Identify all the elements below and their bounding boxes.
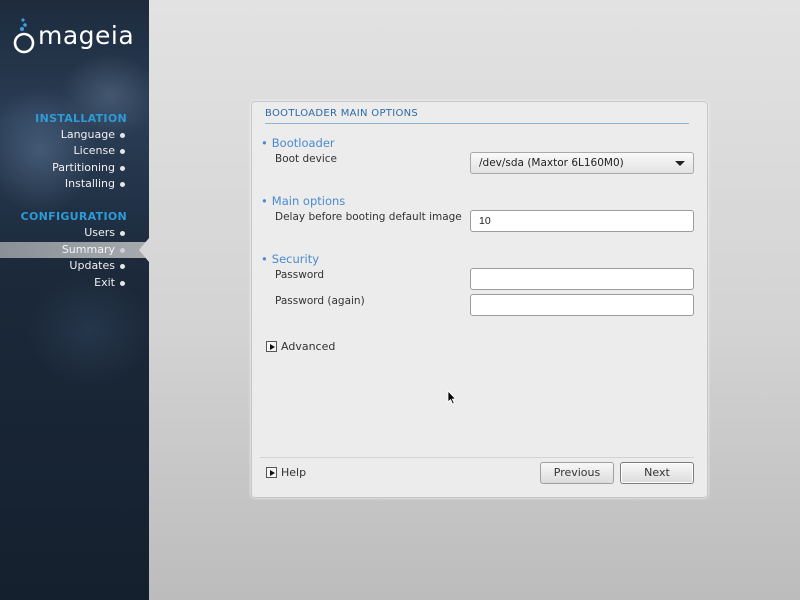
- nav-item-label: Installing: [64, 177, 115, 190]
- delay-label: Delay before booting default image: [275, 211, 462, 223]
- bullet-icon: •: [261, 252, 268, 266]
- nav-item-license: License: [0, 143, 149, 159]
- bootloader-options-panel: BOOTLOADER MAIN OPTIONS • Bootloader Boot…: [251, 101, 708, 498]
- next-button[interactable]: Next: [620, 462, 694, 484]
- nav-item-label: Partitioning: [52, 161, 115, 174]
- password-input[interactable]: [470, 268, 694, 290]
- bullet-icon: [120, 248, 125, 253]
- boot-device-value: /dev/sda (Maxtor 6L160M0): [479, 157, 624, 169]
- dropdown-arrow-icon: [675, 161, 685, 166]
- section-heading-text: Security: [271, 252, 320, 266]
- password-again-input[interactable]: [470, 294, 694, 316]
- bullet-icon: [120, 264, 125, 269]
- help-expander[interactable]: Help: [266, 466, 306, 479]
- expand-triangle-icon: [266, 341, 277, 352]
- expand-triangle-icon: [266, 467, 277, 478]
- nav-item-users: Users: [0, 225, 149, 241]
- nav-item-installing: Installing: [0, 176, 149, 192]
- bullet-icon: [120, 281, 125, 286]
- bullet-icon: [120, 166, 125, 171]
- previous-button[interactable]: Previous: [540, 462, 614, 484]
- section-heading-bootloader: • Bootloader: [261, 136, 335, 150]
- nav-item-label: Language: [60, 128, 115, 141]
- bullet-icon: [120, 133, 125, 138]
- nav-section-installation: INSTALLATION: [35, 112, 127, 125]
- nav-item-label: Users: [84, 226, 115, 239]
- nav-item-language: Language: [0, 127, 149, 143]
- mageia-logo-icon: [13, 18, 35, 54]
- section-heading-text: Main options: [271, 194, 346, 208]
- nav-item-summary: Summary: [0, 238, 149, 262]
- nav-item-exit: Exit: [0, 275, 149, 291]
- password-again-label: Password (again): [275, 295, 365, 307]
- nav-section-configuration: CONFIGURATION: [20, 210, 127, 223]
- bullet-icon: [120, 231, 125, 236]
- delay-input[interactable]: [470, 210, 694, 232]
- nav-item-label: Exit: [94, 276, 115, 289]
- bullet-icon: •: [261, 136, 268, 150]
- advanced-expander[interactable]: Advanced: [266, 340, 335, 353]
- bullet-icon: [120, 149, 125, 154]
- nav-item-label: License: [73, 144, 115, 157]
- section-heading-text: Bootloader: [271, 136, 335, 150]
- nav-item-partitioning: Partitioning: [0, 160, 149, 176]
- nav-item-updates: Updates: [0, 258, 149, 274]
- mouse-pointer-icon: [447, 390, 457, 405]
- footer-divider: [260, 457, 694, 458]
- section-heading-main-options: • Main options: [261, 194, 345, 208]
- brand-name: mageia: [38, 21, 135, 50]
- nav-item-label: Summary: [61, 243, 115, 256]
- section-heading-security: • Security: [261, 252, 319, 266]
- panel-title: BOOTLOADER MAIN OPTIONS: [265, 108, 689, 124]
- boot-device-label: Boot device: [275, 153, 337, 165]
- mageia-logo: mageia: [12, 12, 144, 56]
- bullet-icon: [120, 182, 125, 187]
- help-label: Help: [281, 466, 307, 479]
- boot-device-select[interactable]: /dev/sda (Maxtor 6L160M0): [470, 152, 694, 174]
- sidebar: mageia INSTALLATION Language License Par…: [0, 0, 149, 600]
- bullet-icon: •: [261, 194, 268, 208]
- password-label: Password: [275, 269, 325, 281]
- advanced-label: Advanced: [281, 340, 336, 353]
- nav-item-label: Updates: [69, 259, 115, 272]
